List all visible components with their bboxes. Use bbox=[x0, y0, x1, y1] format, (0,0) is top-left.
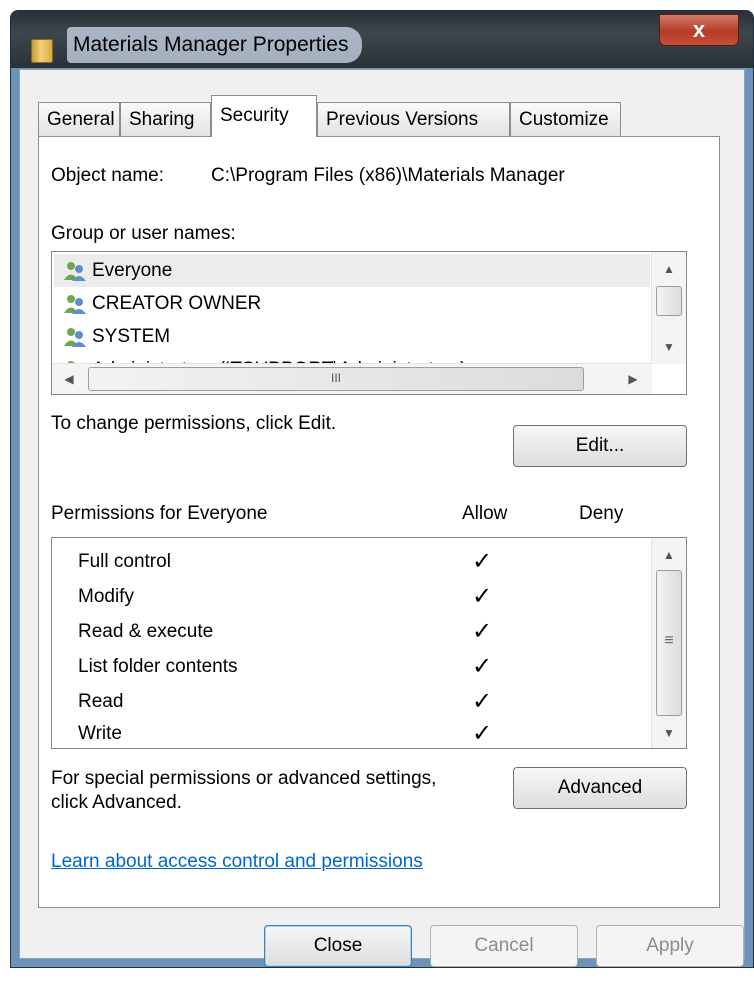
permission-name: Read bbox=[78, 691, 124, 712]
cancel-button[interactable]: Cancel bbox=[430, 925, 578, 967]
tab-sharing[interactable]: Sharing bbox=[120, 102, 211, 136]
allow-check-icon: ✓ bbox=[472, 548, 493, 575]
users-listbox[interactable]: Everyone CREATOR OWNER SYSTEM Administra… bbox=[51, 251, 687, 395]
properties-window: Materials Manager Properties x General S… bbox=[10, 10, 754, 968]
scroll-left-icon[interactable]: ◀ bbox=[54, 370, 84, 388]
user-name: Everyone bbox=[92, 260, 173, 281]
permission-row-write: Write ✓ bbox=[52, 716, 652, 748]
permissions-header: Permissions for Everyone bbox=[51, 503, 268, 524]
tab-customize[interactable]: Customize bbox=[510, 102, 621, 136]
title-bar[interactable]: Materials Manager Properties x bbox=[11, 11, 753, 68]
object-name-label: Object name: bbox=[51, 165, 164, 186]
user-group-icon bbox=[64, 295, 86, 314]
user-name: CREATOR OWNER bbox=[92, 293, 262, 314]
object-name-value: C:\Program Files (x86)\Materials Manager bbox=[211, 165, 565, 186]
close-button[interactable]: Close bbox=[264, 925, 412, 967]
permission-row-list-folder-contents: List folder contents ✓ bbox=[52, 649, 652, 685]
allow-check-icon: ✓ bbox=[472, 618, 493, 645]
user-row-creator-owner[interactable]: CREATOR OWNER bbox=[54, 287, 650, 320]
security-tab-panel: Object name: C:\Program Files (x86)\Mate… bbox=[38, 136, 720, 908]
window-title: Materials Manager Properties bbox=[67, 27, 363, 63]
close-window-button[interactable]: x bbox=[659, 14, 739, 46]
edit-button[interactable]: Edit... bbox=[513, 425, 687, 467]
group-or-user-names-label: Group or user names: bbox=[51, 223, 236, 244]
users-vertical-scrollbar[interactable]: ▲ ▼ bbox=[651, 252, 686, 364]
scroll-right-icon[interactable]: ▶ bbox=[618, 370, 648, 388]
permissions-vertical-scroll-thumb[interactable]: ≡ bbox=[656, 570, 682, 716]
allow-header: Allow bbox=[462, 503, 508, 524]
scroll-up-icon[interactable]: ▲ bbox=[654, 260, 684, 278]
learn-access-control-link[interactable]: Learn about access control and permissio… bbox=[51, 851, 423, 873]
tab-previous-versions[interactable]: Previous Versions bbox=[317, 102, 510, 136]
users-horizontal-scroll-thumb[interactable]: III bbox=[88, 367, 584, 391]
dialog-client: General Sharing Security Previous Versio… bbox=[19, 69, 745, 967]
user-group-icon bbox=[64, 328, 86, 347]
allow-check-icon: ✓ bbox=[472, 583, 493, 610]
permissions-vertical-scrollbar[interactable]: ▲ ≡ ▼ bbox=[651, 538, 686, 748]
deny-header: Deny bbox=[579, 503, 624, 524]
allow-check-icon: ✓ bbox=[472, 688, 493, 715]
permission-name: Full control bbox=[78, 551, 171, 572]
advanced-settings-text-line1: For special permissions or advanced sett… bbox=[51, 768, 437, 789]
scroll-up-icon[interactable]: ▲ bbox=[654, 546, 684, 564]
scroll-down-icon[interactable]: ▼ bbox=[654, 338, 684, 356]
advanced-settings-text: For special permissions or advanced sett… bbox=[51, 767, 436, 815]
change-permissions-text: To change permissions, click Edit. bbox=[51, 413, 337, 434]
permission-row-read-execute: Read & execute ✓ bbox=[52, 614, 652, 650]
users-horizontal-scrollbar[interactable]: ◀ III ▶ bbox=[52, 363, 652, 394]
user-row-system[interactable]: SYSTEM bbox=[54, 320, 650, 353]
permission-name: Modify bbox=[78, 586, 134, 607]
allow-check-icon: ✓ bbox=[472, 720, 493, 747]
tab-general[interactable]: General bbox=[38, 102, 120, 136]
advanced-button[interactable]: Advanced bbox=[513, 767, 687, 809]
permissions-listbox: Full control ✓ Modify ✓ Read & execute ✓… bbox=[51, 537, 687, 749]
user-group-icon bbox=[64, 262, 86, 281]
user-name: SYSTEM bbox=[92, 326, 171, 347]
user-row-everyone[interactable]: Everyone bbox=[54, 254, 650, 287]
scroll-down-icon[interactable]: ▼ bbox=[654, 724, 684, 742]
folder-icon bbox=[31, 39, 53, 63]
permission-row-modify: Modify ✓ bbox=[52, 579, 652, 615]
users-vertical-scroll-thumb[interactable] bbox=[656, 286, 682, 316]
permission-row-read: Read ✓ bbox=[52, 684, 652, 720]
allow-check-icon: ✓ bbox=[472, 653, 493, 680]
tab-security[interactable]: Security bbox=[211, 95, 317, 137]
advanced-settings-text-line2: click Advanced. bbox=[51, 792, 182, 813]
permission-row-full-control: Full control ✓ bbox=[52, 544, 652, 580]
permission-name: Write bbox=[78, 723, 122, 744]
permission-name: Read & execute bbox=[78, 621, 214, 642]
apply-button[interactable]: Apply bbox=[596, 925, 744, 967]
permission-name: List folder contents bbox=[78, 656, 238, 677]
